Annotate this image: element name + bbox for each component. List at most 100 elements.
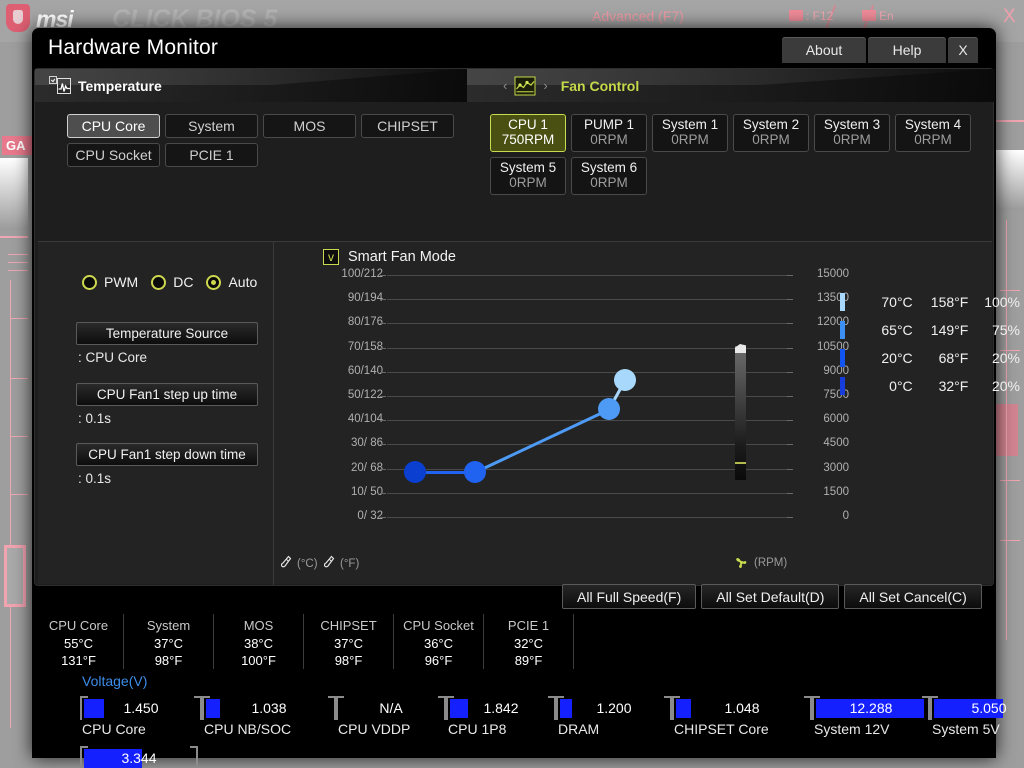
fan-button-system-3[interactable]: System 3 0RPM	[814, 114, 890, 152]
fan-control-section-label: Fan Control	[560, 77, 640, 94]
radio-auto-label: Auto	[228, 274, 258, 290]
slider-marker	[735, 462, 746, 464]
chart-gridline	[387, 323, 787, 325]
fan-button-system-4[interactable]: System 4 0RPM	[895, 114, 971, 152]
temperature-cell: CHIPSET 37°C 98°F	[304, 614, 394, 669]
all-set-cancel-button[interactable]: All Set Cancel(C)	[844, 584, 982, 609]
fan-curve-point-3[interactable]	[614, 369, 636, 392]
voltage-item: N/A CPU VDDP	[336, 696, 446, 738]
fan-curve-table-row[interactable]: 70°C 158°F 100%	[840, 288, 1020, 316]
radio-auto[interactable]	[206, 274, 222, 290]
temp-source-system[interactable]: System	[165, 114, 258, 138]
point-color-swatch	[840, 321, 845, 339]
all-full-speed-button[interactable]: All Full Speed(F)	[562, 584, 697, 609]
fan-curve-table-row[interactable]: 0°C 32°F 20%	[840, 372, 1020, 400]
y-axis-tick-right: 0	[842, 510, 849, 522]
radio-dc[interactable]	[151, 274, 167, 290]
divider	[1000, 540, 1020, 541]
temperature-cell-fahrenheit: 96°F	[424, 653, 453, 669]
step-up-time-button[interactable]: CPU Fan1 step up time	[76, 383, 258, 406]
radio-pwm[interactable]	[82, 274, 97, 290]
fan-name: PUMP 1	[583, 117, 635, 133]
sidebar-highlight-box	[996, 404, 1018, 456]
fan-button-system-5[interactable]: System 5 0RPM	[490, 157, 566, 195]
divider	[1006, 220, 1007, 640]
y-axis-tick-left: 100/212	[341, 268, 383, 280]
legend-rpm: (RPM)	[733, 555, 787, 571]
fan-control-section-header[interactable]: ‹ › Fan Control	[467, 69, 995, 102]
sidebar-gradient-panel	[0, 158, 28, 230]
fan-graph-icon	[514, 76, 536, 96]
voltage-value: 1.200	[596, 700, 632, 716]
voltage-value: 5.050	[971, 700, 1007, 716]
divider	[8, 270, 28, 271]
fan-button-system-6[interactable]: System 6 0RPM	[571, 157, 647, 195]
bios-close-icon: X	[1003, 6, 1016, 27]
step-up-time-value: : 0.1s	[78, 411, 112, 426]
step-down-time-button[interactable]: CPU Fan1 step down time	[76, 443, 258, 466]
tick-mark	[380, 371, 386, 373]
divider	[1000, 480, 1020, 481]
divider	[8, 254, 28, 255]
chart-legend: (°C) (°F) (RPM)	[275, 555, 992, 577]
legend-celsius: (°C)	[280, 555, 318, 573]
slider-knob[interactable]	[735, 344, 746, 353]
temperature-source-button[interactable]: Temperature Source	[76, 322, 258, 345]
fan-name: System 6	[580, 160, 638, 176]
point-duty-percent: 75%	[991, 322, 1020, 338]
voltage-label: CPU NB/SOC	[204, 721, 292, 737]
temperature-cell-fahrenheit: 98°F	[154, 653, 183, 669]
y-axis-tick-right: 15000	[817, 268, 849, 280]
temperature-cell-name: CPU Core	[48, 618, 109, 633]
fan-curve-point-2[interactable]	[598, 398, 620, 421]
temperature-section-header[interactable]: Temperature	[35, 69, 467, 102]
chart-gridline	[387, 275, 787, 276]
temperature-cell: System 37°C 98°F	[124, 614, 214, 669]
temperature-cell-name: CHIPSET	[320, 618, 377, 633]
chevron-right-icon[interactable]: ›	[543, 78, 547, 93]
temp-source-cpu-core[interactable]: CPU Core	[67, 114, 160, 138]
fan-rpm: 0RPM	[509, 175, 547, 190]
chevron-left-icon[interactable]: ‹	[503, 78, 507, 93]
voltage-label: CHIPSET Core	[674, 721, 769, 737]
voltage-label: System 5V	[932, 721, 1000, 737]
thermometer-icon	[280, 555, 292, 568]
voltage-item: 1.200 DRAM	[556, 696, 672, 738]
fan-selector-buttons: CPU 1 750RPM PUMP 1 0RPM System 1 0RPM S…	[490, 114, 980, 200]
point-temp-celsius: 0°C	[889, 378, 913, 394]
legend-fahrenheit-label: (°F)	[340, 558, 360, 570]
fan-rpm: 0RPM	[590, 132, 628, 147]
smart-fan-mode-row: v Smart Fan Mode	[323, 249, 456, 265]
temperature-source-buttons: CPU Core System MOS CHIPSET CPU Socket P…	[67, 114, 467, 172]
voltage-value: 12.288	[849, 700, 893, 716]
y-axis-tick-left: 20/ 68	[351, 461, 383, 474]
fan-curve-chart[interactable]: 100/212 15000 90/194 13500 80/176 12000 70/158…	[341, 268, 849, 522]
smart-fan-mode-checkbox[interactable]: v	[323, 249, 339, 265]
radio-dc-label: DC	[173, 274, 194, 290]
temp-source-mos[interactable]: MOS	[263, 114, 356, 138]
temp-source-chipset[interactable]: CHIPSET	[361, 114, 454, 138]
fan-button-system-1[interactable]: System 1 0RPM	[652, 114, 728, 152]
point-color-swatch	[840, 293, 845, 311]
temp-source-pcie-1[interactable]: PCIE 1	[165, 143, 258, 167]
close-button[interactable]: X	[948, 37, 978, 63]
fan-curve-point-0[interactable]	[404, 461, 426, 484]
fan-curve-table-row[interactable]: 65°C 149°F 75%	[840, 316, 1020, 344]
voltage-item: 1.038 CPU NB/SOC	[202, 696, 336, 738]
fan-curve-point-1[interactable]	[464, 461, 486, 484]
tick-mark	[380, 492, 386, 494]
fan-curve-table-row[interactable]: 20°C 68°F 20%	[840, 344, 1020, 372]
help-button[interactable]: Help	[868, 37, 946, 63]
fan-speed-slider[interactable]	[735, 344, 746, 480]
fan-button-system-2[interactable]: System 2 0RPM	[733, 114, 809, 152]
chart-gridline	[387, 396, 787, 397]
temperature-cell: MOS 38°C 100°F	[214, 614, 304, 669]
all-set-default-button[interactable]: All Set Default(D)	[701, 584, 840, 609]
fan-button-cpu-1[interactable]: CPU 1 750RPM	[490, 114, 566, 152]
fan-control-body: PWM DC Auto Temperature Source : CPU Cor…	[38, 241, 1020, 585]
about-button[interactable]: About	[782, 37, 866, 63]
fan-button-pump-1[interactable]: PUMP 1 0RPM	[571, 114, 647, 152]
voltage-label: System 12V	[814, 721, 890, 737]
voltage-label: CPU 1P8	[448, 721, 507, 737]
temp-source-cpu-socket[interactable]: CPU Socket	[67, 143, 160, 167]
